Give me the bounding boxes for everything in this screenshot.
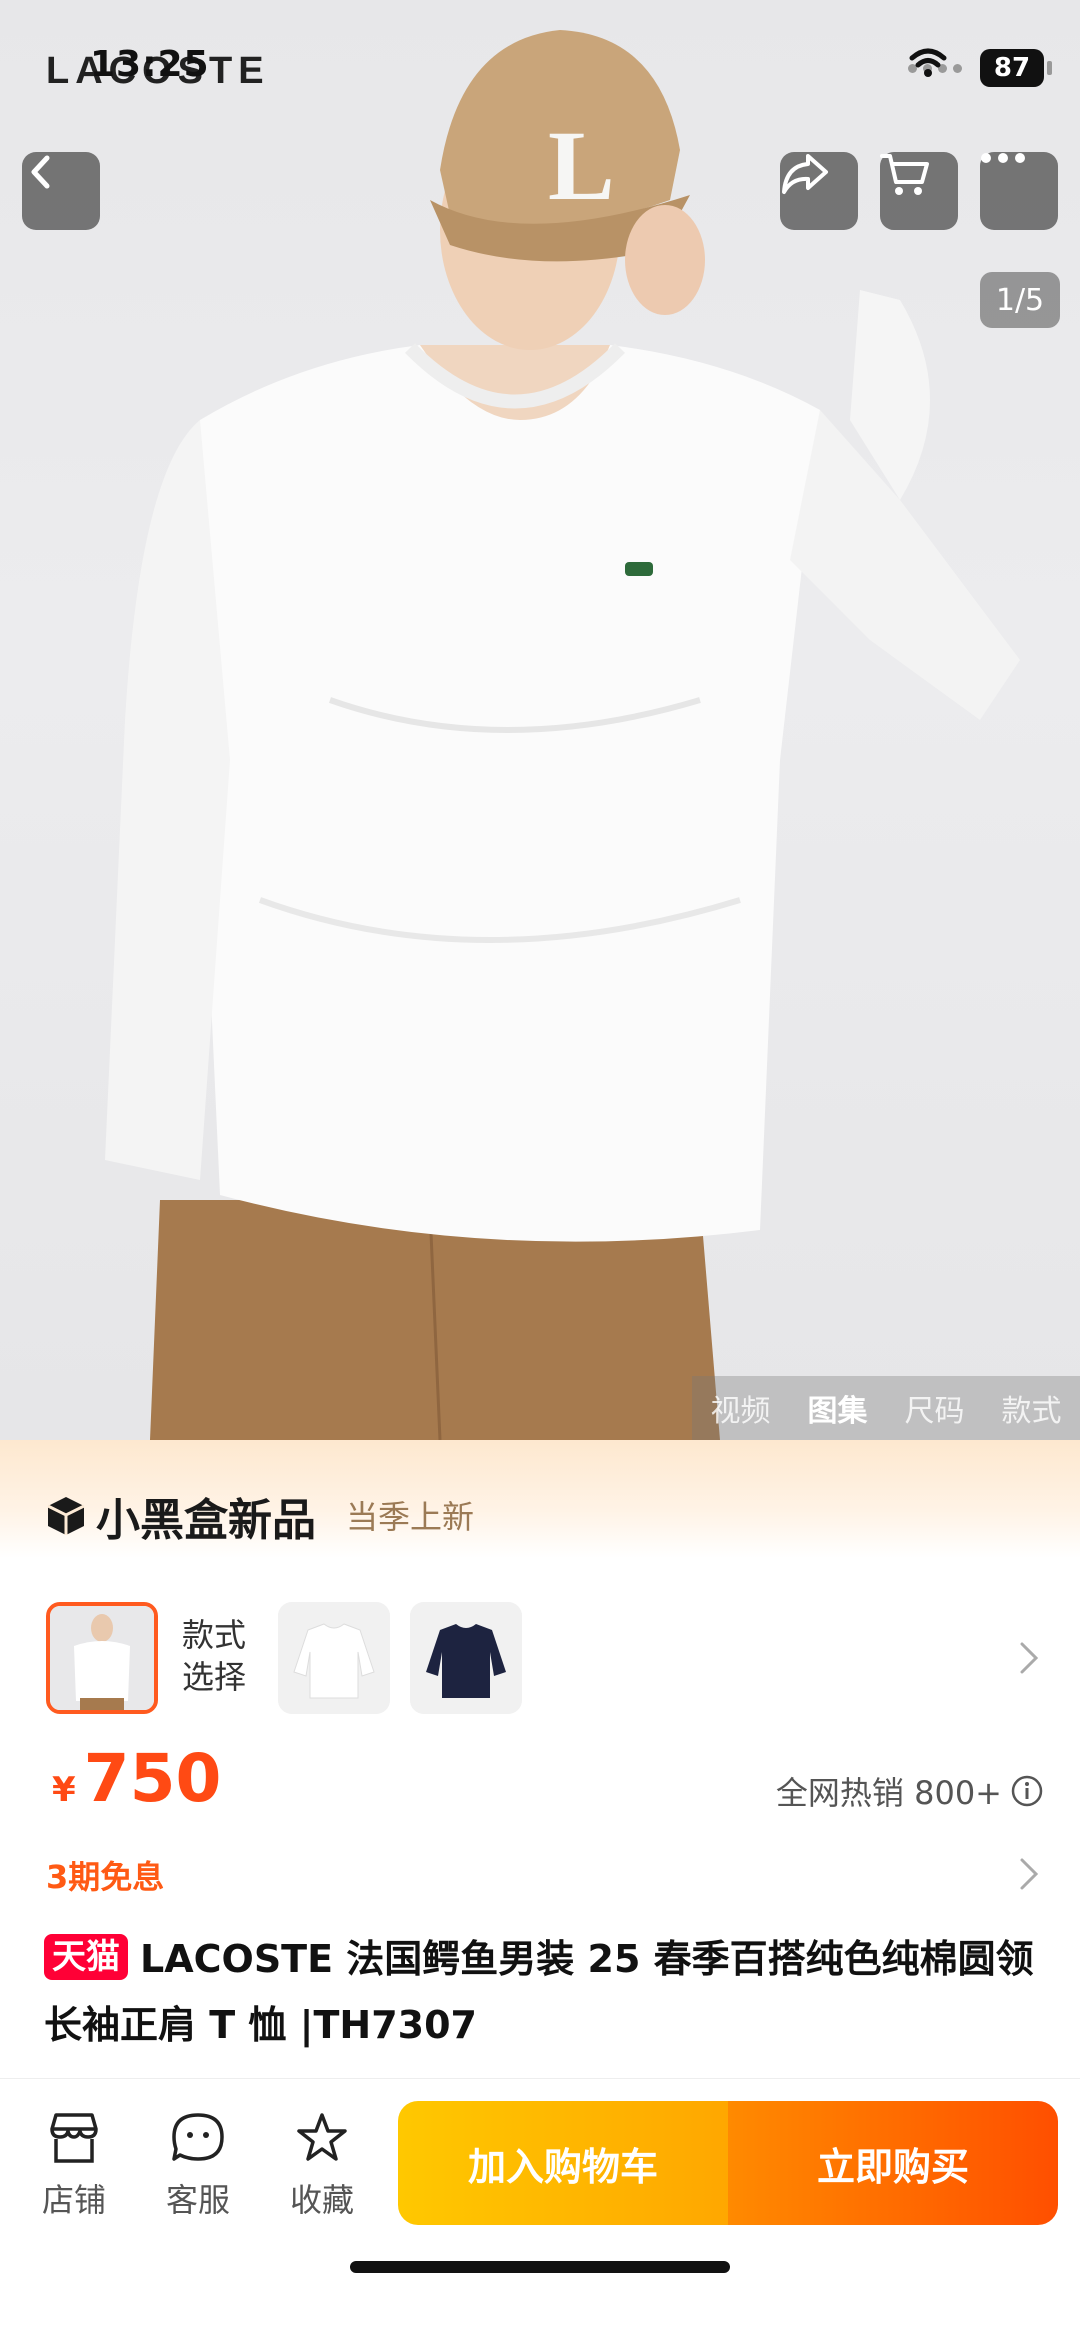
variant-image: [410, 1602, 522, 1714]
image-counter: 1/5: [980, 272, 1060, 328]
chevron-right-icon[interactable]: [1018, 1856, 1040, 1892]
more-button[interactable]: [980, 152, 1058, 230]
chat-icon: [172, 2113, 224, 2161]
promo-banner[interactable]: 小黑盒新品 当季上新: [0, 1440, 1080, 1558]
customer-service-button[interactable]: 客服: [148, 2107, 248, 2219]
shop-label: 店铺: [41, 2181, 106, 2219]
chevron-right-icon[interactable]: [1018, 1640, 1040, 1676]
variant-thumb-white[interactable]: [278, 1602, 390, 1714]
bottom-action-bar: 店铺 客服 收藏 加入购物车 立即购买: [0, 2078, 1080, 2338]
variant-label-line2: 选择: [182, 1658, 247, 1696]
cart-icon: [880, 154, 929, 195]
price: ¥ 750: [52, 1740, 221, 1817]
tab-style[interactable]: 款式: [983, 1376, 1080, 1440]
shop-button[interactable]: 店铺: [24, 2107, 124, 2219]
variant-thumb-white-model[interactable]: [46, 1602, 158, 1714]
tab-size[interactable]: 尺码: [886, 1376, 983, 1440]
status-time: 13:25: [90, 44, 210, 85]
box-icon: [47, 1497, 85, 1535]
variant-image: [50, 1606, 154, 1710]
variant-image: [278, 1602, 390, 1714]
battery-indicator: 87: [980, 49, 1052, 87]
status-bar: LACOSTE 13:25 87: [0, 0, 1080, 120]
installment-info[interactable]: 3期免息: [46, 1852, 164, 1898]
more-icon: [981, 153, 1025, 163]
status-icons: 87: [908, 46, 1052, 90]
tab-gallery[interactable]: 图集: [789, 1376, 886, 1440]
product-title-text: LACOSTE 法国鳄鱼男装 25 春季百搭纯色纯棉圆领长袖正肩 T 恤 |TH…: [44, 1937, 1034, 2047]
favorite-label: 收藏: [289, 2181, 354, 2219]
share-icon: [782, 154, 828, 194]
back-button[interactable]: [22, 152, 100, 230]
variant-label-line1: 款式: [182, 1616, 247, 1654]
shop-icon: [50, 2113, 98, 2163]
service-label: 客服: [165, 2181, 230, 2219]
product-detail-page: L LACOSTE 13:25 87 1/5 视频 图集 尺码 款式 小黑盒新品…: [0, 0, 1080, 2338]
add-to-cart-button[interactable]: 加入购物车: [398, 2101, 728, 2225]
price-amount: 750: [83, 1740, 222, 1817]
tab-video[interactable]: 视频: [692, 1376, 789, 1440]
promo-logo-text: 小黑盒新品: [96, 1495, 316, 1546]
product-title: 天猫 LACOSTE 法国鳄鱼男装 25 春季百搭纯色纯棉圆领长袖正肩 T 恤 |…: [44, 1926, 1044, 2058]
tmall-badge: 天猫: [44, 1934, 128, 1980]
sales-text: 全网热销 800+: [775, 1774, 1002, 1812]
media-tabs: 视频 图集 尺码 款式: [692, 1376, 1080, 1440]
cart-button[interactable]: [880, 152, 958, 230]
home-indicator: [350, 2261, 730, 2273]
variant-thumb-navy[interactable]: [410, 1602, 522, 1714]
product-image-gallery[interactable]: L LACOSTE 13:25 87 1/5 视频 图集 尺码 款式: [0, 0, 1080, 1440]
chevron-left-icon: [31, 155, 50, 189]
price-currency: ¥: [52, 1770, 76, 1810]
variant-label: 款式 选择: [182, 1614, 262, 1698]
wifi-icon: [909, 48, 947, 77]
promo-subtitle: 当季上新: [346, 1498, 475, 1536]
buy-now-button[interactable]: 立即购买: [728, 2101, 1058, 2225]
cap-letter: L: [548, 110, 615, 221]
share-button[interactable]: [780, 152, 858, 230]
info-icon: [1011, 1775, 1043, 1807]
sales-count[interactable]: 全网热销 800+: [776, 1768, 1044, 1814]
favorite-button[interactable]: 收藏: [272, 2107, 372, 2219]
star-icon: [297, 2113, 347, 2161]
promo-logo: 小黑盒新品: [44, 1484, 316, 1548]
variant-selector[interactable]: 款式 选择: [0, 1590, 1080, 1716]
